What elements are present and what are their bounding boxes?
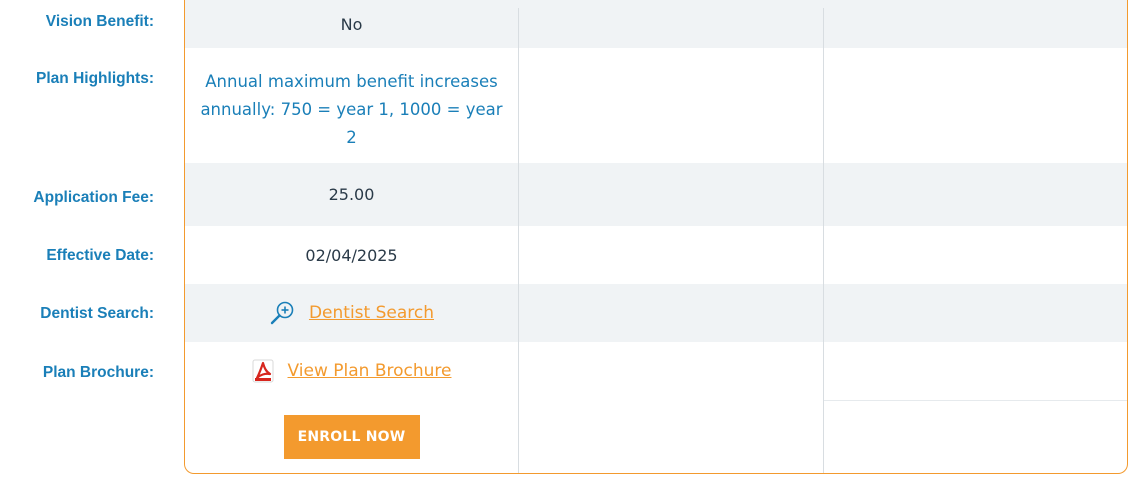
- view-plan-brochure-link[interactable]: View Plan Brochure: [288, 361, 452, 381]
- dentist-search-link[interactable]: Dentist Search: [309, 303, 434, 323]
- zoom-in-icon[interactable]: [269, 300, 295, 326]
- vision-benefit-value: No: [340, 14, 363, 34]
- row-divider: [823, 400, 1127, 401]
- dentist-search-label: Dentist Search:: [40, 305, 154, 322]
- column-divider: [518, 8, 519, 473]
- label-column: Vision Benefit: Plan Highlights: Applica…: [0, 0, 168, 483]
- dentist-search-cell: Dentist Search: [185, 284, 518, 342]
- application-fee-label: Application Fee:: [33, 189, 154, 206]
- plan-brochure-cell: View Plan Brochure: [185, 342, 518, 400]
- plan-brochure-label: Plan Brochure:: [42, 364, 154, 381]
- application-fee-value: 25.00: [328, 185, 375, 204]
- plan-highlights-label: Plan Highlights:: [36, 70, 154, 87]
- vision-benefit-label: Vision Benefit:: [45, 13, 154, 30]
- enroll-cell: ENROLL NOW: [185, 400, 518, 473]
- plan-compare-table: No Annual maximum benefit increases annu…: [184, 0, 1128, 474]
- enroll-now-button[interactable]: ENROLL NOW: [283, 415, 420, 459]
- plan-highlights-value: Annual maximum benefit increases annuall…: [200, 72, 503, 147]
- effective-date-label: Effective Date:: [46, 247, 154, 264]
- pdf-icon[interactable]: [252, 359, 274, 383]
- effective-date-value: 02/04/2025: [305, 245, 398, 265]
- column-divider: [823, 8, 824, 473]
- plan-compare-section: Vision Benefit: Plan Highlights: Applica…: [0, 0, 1136, 483]
